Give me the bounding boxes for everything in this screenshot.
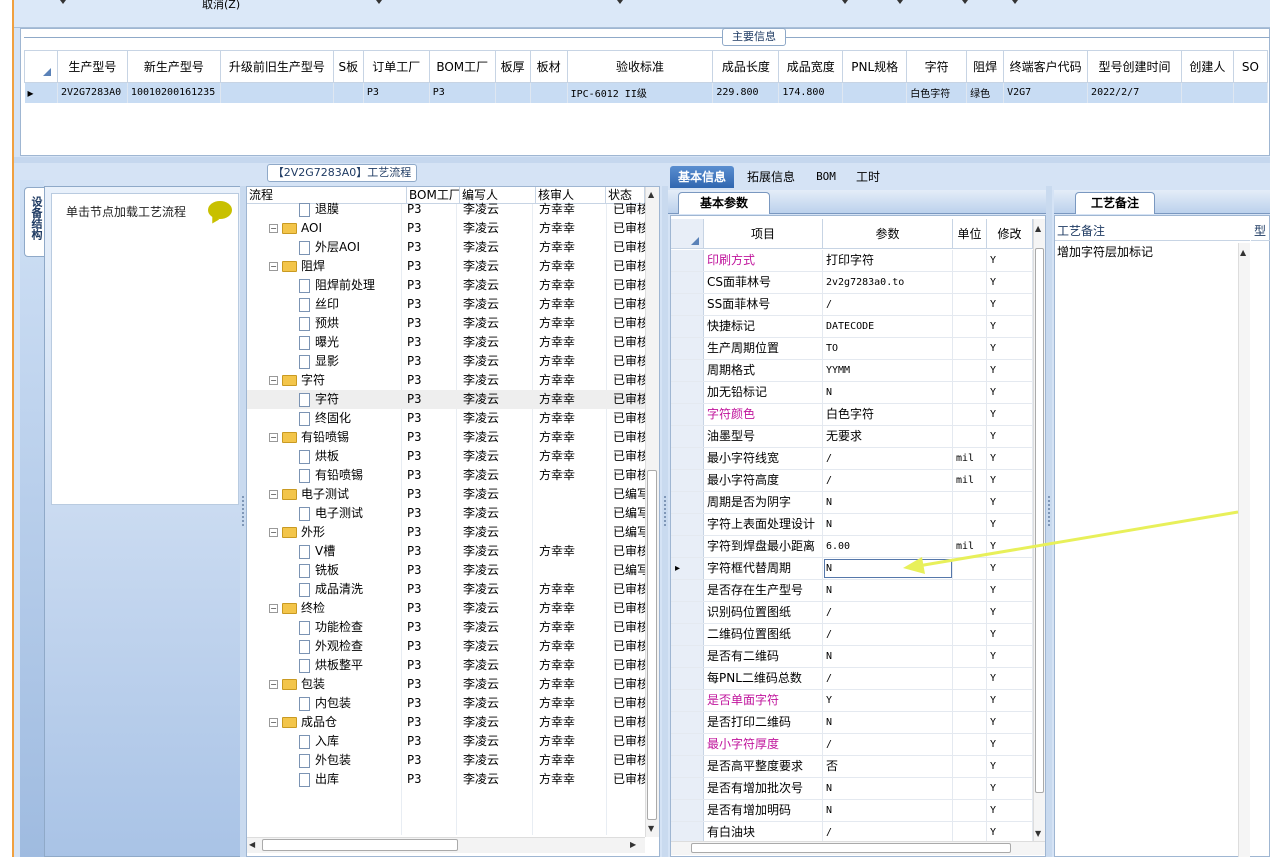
annotation-arrow-head [903,557,925,574]
annotation-arrow-shaft [917,510,1239,568]
annotation-arrow-icon [903,510,1239,574]
